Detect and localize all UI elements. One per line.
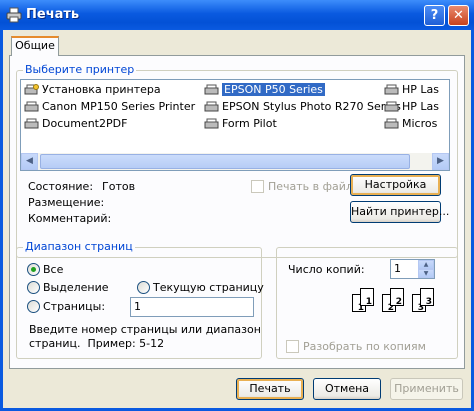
pages-input[interactable]: 1 bbox=[130, 297, 254, 317]
collate-page-1b: 1 bbox=[360, 288, 374, 307]
comment-label: Комментарий: bbox=[28, 212, 112, 225]
collate-page-3b: 3 bbox=[420, 288, 434, 307]
scrollbar-thumb[interactable] bbox=[40, 154, 410, 169]
radio-pages[interactable] bbox=[27, 300, 40, 313]
close-button[interactable]: ✕ bbox=[448, 5, 469, 26]
spin-down-icon[interactable]: ▼ bbox=[418, 269, 434, 278]
printer-item-hp-1[interactable]: HP Las bbox=[383, 82, 439, 98]
apply-button[interactable]: Применить bbox=[390, 378, 463, 400]
tab-panel-general: Выберите принтер Установка принтера Cano… bbox=[9, 55, 465, 369]
print-to-file-label: Печать в файл bbox=[268, 180, 353, 193]
printer-icon bbox=[384, 101, 399, 112]
print-button[interactable]: Печать bbox=[236, 378, 304, 400]
collate-label: Разобрать по копиям bbox=[303, 340, 426, 353]
printer-icon bbox=[384, 118, 399, 129]
printer-item-epson-p50[interactable]: EPSON P50 Series bbox=[203, 82, 325, 98]
window-title: Печать bbox=[26, 7, 80, 22]
radio-current-page-label: Текущую страницу bbox=[153, 281, 264, 294]
print-to-file-checkbox[interactable] bbox=[251, 180, 264, 193]
printer-item-form-pilot[interactable]: Form Pilot bbox=[203, 116, 277, 132]
radio-all[interactable] bbox=[27, 263, 40, 276]
printer-item-document2pdf[interactable]: Document2PDF bbox=[23, 116, 127, 132]
cancel-button[interactable]: Отмена bbox=[313, 378, 381, 400]
radio-selection[interactable] bbox=[27, 281, 40, 294]
add-printer-icon bbox=[24, 84, 39, 95]
printer-icon bbox=[204, 118, 219, 129]
radio-current-page[interactable] bbox=[137, 281, 150, 294]
page-range-hint: Введите номер страницы или диапазон стра… bbox=[29, 323, 261, 350]
status-value: Готов bbox=[102, 180, 136, 193]
find-printer-button[interactable]: Найти принтер... bbox=[350, 201, 449, 223]
horizontal-scrollbar[interactable]: ◀ ▶ bbox=[21, 153, 449, 170]
printer-icon bbox=[204, 84, 219, 95]
printer-icon bbox=[204, 101, 219, 112]
scroll-right-arrow-icon[interactable]: ▶ bbox=[432, 153, 449, 170]
printer-item-add[interactable]: Установка принтера bbox=[23, 82, 161, 98]
tab-general[interactable]: Общие bbox=[11, 36, 59, 56]
printer-item-hp-2[interactable]: HP Las bbox=[383, 99, 439, 115]
printer-icon bbox=[24, 118, 39, 129]
radio-selection-label: Выделение bbox=[43, 281, 109, 294]
copies-label: Число копий: bbox=[288, 263, 365, 276]
scroll-left-arrow-icon[interactable]: ◀ bbox=[21, 153, 38, 170]
printer-icon bbox=[24, 101, 39, 112]
printer-icon bbox=[6, 7, 22, 23]
title-bar[interactable]: Печать ? ✕ bbox=[0, 0, 474, 30]
printer-item-epson-r270[interactable]: EPSON Stylus Photo R270 Series bbox=[203, 99, 401, 115]
print-dialog: Печать ? ✕ Общие Выберите принтер Устано… bbox=[0, 0, 474, 411]
printer-list[interactable]: Установка принтера Canon MP150 Series Pr… bbox=[20, 79, 450, 171]
settings-button[interactable]: Настройка bbox=[350, 174, 441, 196]
collate-illustration: 1 1 2 2 3 3 bbox=[352, 288, 452, 330]
printer-item-canon[interactable]: Canon MP150 Series Printer bbox=[23, 99, 195, 115]
collate-page-2b: 2 bbox=[390, 288, 404, 307]
radio-all-label: Все bbox=[43, 263, 64, 276]
printer-item-micros[interactable]: Micros bbox=[383, 116, 437, 132]
status-label: Состояние: bbox=[28, 180, 94, 193]
spin-up-icon[interactable]: ▲ bbox=[418, 260, 434, 269]
printer-group-title: Выберите принтер bbox=[23, 63, 137, 76]
help-button[interactable]: ? bbox=[424, 5, 445, 26]
page-range-title: Диапазон страниц bbox=[23, 240, 135, 253]
copies-spinner[interactable]: ▲ ▼ bbox=[418, 260, 434, 278]
printer-icon bbox=[384, 84, 399, 95]
location-label: Размещение: bbox=[28, 196, 105, 209]
dialog-client-area: Общие Выберите принтер Установка принтер… bbox=[3, 30, 471, 408]
collate-checkbox[interactable] bbox=[286, 340, 299, 353]
radio-pages-label: Страницы: bbox=[43, 300, 106, 313]
